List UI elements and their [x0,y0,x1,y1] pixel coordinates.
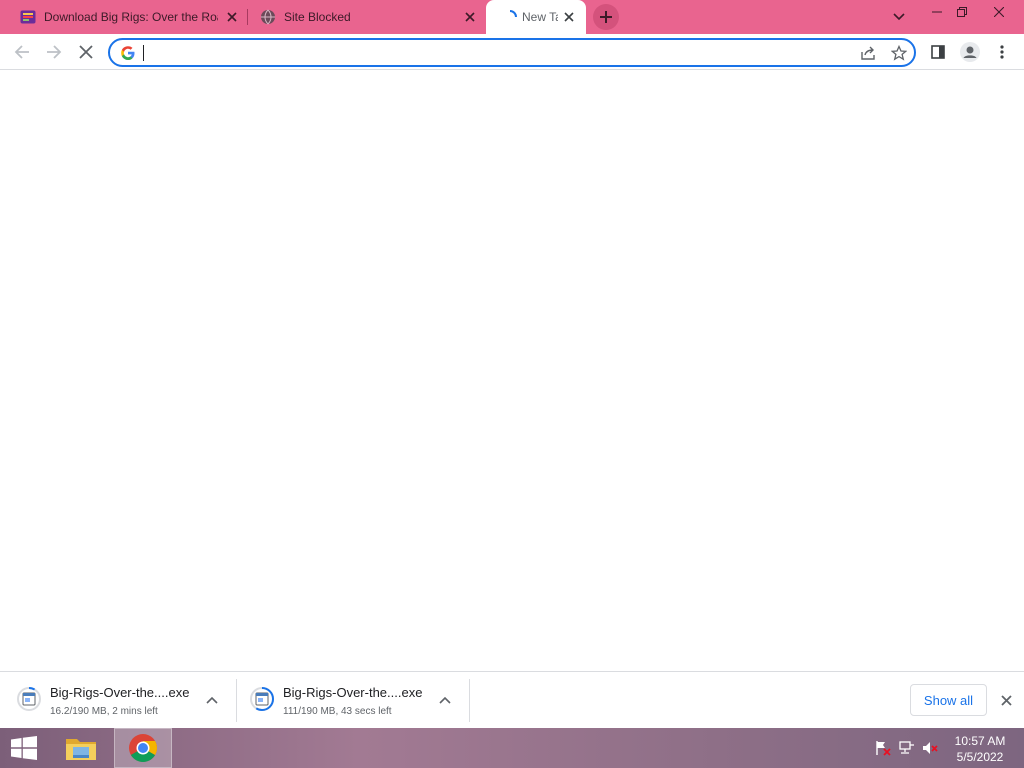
tab-close-icon[interactable] [225,10,239,24]
menu-button[interactable] [988,38,1016,66]
network-icon[interactable] [898,740,916,756]
tab-close-icon[interactable] [562,10,576,24]
avatar-icon [960,42,980,62]
forward-button[interactable] [40,38,68,66]
close-icon [994,7,1004,17]
close-icon [1000,694,1012,706]
action-center-flag-icon[interactable] [874,740,892,756]
loading-icon [502,9,518,25]
share-icon [861,46,875,60]
bookmark-button[interactable] [889,43,909,63]
tab-site-blocked[interactable]: Site Blocked [240,0,486,34]
profile-button[interactable] [956,38,984,66]
clock-date: 5/5/2022 [956,750,1004,764]
folder-icon [66,739,96,760]
side-panel-icon [931,45,945,59]
minimize-icon [932,11,942,13]
tab-close-icon[interactable] [463,10,477,24]
download-item[interactable]: Big-Rigs-Over-the....exe 16.2/190 MB, 2 … [16,678,230,723]
chevron-down-icon [893,13,905,21]
tab-download-big-rigs[interactable]: Download Big Rigs: Over the Road [0,0,246,34]
close-icon [79,45,93,59]
chevron-up-icon [206,696,218,704]
plus-icon [600,11,612,23]
volume-muted-icon[interactable] [922,740,940,756]
tab-title: Download Big Rigs: Over the Road [44,10,218,24]
download-progress-ring [249,686,275,712]
side-panel-button[interactable] [924,38,952,66]
game-favicon-icon [20,9,36,25]
download-item[interactable]: Big-Rigs-Over-the....exe 111/190 MB, 43 … [249,678,463,723]
star-icon [891,45,907,61]
download-status: 111/190 MB, 43 secs left [283,706,392,717]
share-button[interactable] [858,43,878,63]
taskbar-chrome[interactable] [114,728,172,768]
clock-time: 10:57 AM [954,734,1006,748]
tab-strip: Download Big Rigs: Over the Road Site Bl… [0,0,1024,34]
back-button[interactable] [8,38,36,66]
taskbar: 10:57 AM 5/5/2022 [0,728,1024,768]
system-clock[interactable]: 10:57 AM 5/5/2022 [944,733,1016,765]
download-options-button[interactable] [202,690,222,710]
chrome-icon [129,734,157,762]
show-all-button[interactable]: Show all [910,684,987,716]
tab-title: New Tab [522,10,558,24]
google-icon [120,45,136,61]
stop-loading-button[interactable] [72,38,100,66]
arrow-right-icon [47,45,62,59]
kebab-menu-icon [1000,45,1004,59]
omnibox-input[interactable] [144,43,844,63]
close-shelf-button[interactable] [996,690,1016,710]
restore-icon [957,7,967,17]
tab-search-button[interactable] [884,4,914,30]
start-button[interactable] [0,728,48,768]
download-file-name: Big-Rigs-Over-the....exe [50,685,190,700]
restore-button[interactable] [947,0,977,24]
globe-icon [260,9,276,25]
chevron-up-icon [439,696,451,704]
windows-logo-icon [11,736,37,760]
shelf-separator [469,679,470,722]
browser-toolbar [0,34,1024,70]
address-bar[interactable] [108,38,916,67]
download-options-button[interactable] [435,690,455,710]
page-content [0,71,1024,671]
download-status: 16.2/190 MB, 2 mins left [50,706,158,717]
download-shelf: Big-Rigs-Over-the....exe 16.2/190 MB, 2 … [0,671,1024,728]
tab-new-tab[interactable]: New Tab [486,0,586,34]
taskbar-file-explorer[interactable] [52,728,110,768]
download-file-name: Big-Rigs-Over-the....exe [283,685,423,700]
tab-title: Site Blocked [284,10,351,24]
shelf-separator [236,679,237,722]
download-progress-ring [16,686,42,712]
new-tab-button[interactable] [593,4,619,30]
arrow-left-icon [14,45,29,59]
close-window-button[interactable] [984,0,1014,24]
